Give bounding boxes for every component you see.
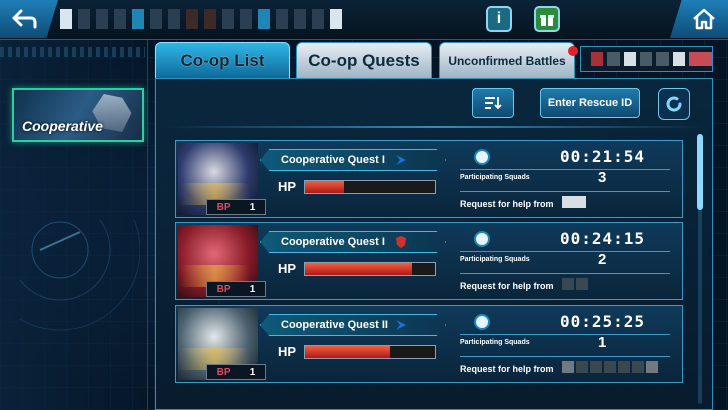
home-icon <box>693 8 715 30</box>
top-bar: i <box>0 0 728 40</box>
tab-co-op-quests[interactable]: Co-op Quests <box>296 42 432 78</box>
help-request-label: Request for help from <box>460 364 554 374</box>
info-button[interactable]: i <box>486 6 512 32</box>
cooperative-card[interactable]: Cooperative <box>12 88 144 142</box>
bp-label: BP <box>216 366 231 378</box>
time-remaining: 00:24:15 <box>560 229 646 248</box>
home-button[interactable] <box>670 0 728 38</box>
squads-label: Participating Squads <box>460 339 530 346</box>
notification-dot <box>568 46 578 56</box>
quest-name-text: Cooperative Quest II <box>281 319 388 331</box>
help-requester-redacted <box>562 361 658 373</box>
faction-icon <box>396 320 406 330</box>
gift-icon <box>540 15 554 26</box>
panel-divider <box>165 126 705 128</box>
scrollbar-thumb[interactable] <box>697 134 703 210</box>
sort-icon <box>485 97 502 110</box>
refresh-button[interactable] <box>658 88 690 120</box>
bp-label: BP <box>216 283 231 295</box>
tab-unconfirmed-battles-label: Unconfirmed Battles <box>448 53 566 68</box>
clock-icon <box>474 314 490 330</box>
help-requester-redacted <box>562 278 588 290</box>
tab-co-op-list[interactable]: Co-op List <box>155 42 290 78</box>
back-arrow-icon <box>12 9 37 29</box>
help-request-label: Request for help from <box>460 281 554 291</box>
bp-tag: BP 1 <box>206 199 266 215</box>
tab-co-op-quests-label: Co-op Quests <box>308 50 420 70</box>
bp-tag: BP 1 <box>206 281 266 297</box>
row-separator <box>460 191 670 192</box>
time-remaining: 00:25:25 <box>560 312 646 331</box>
hp-fill <box>305 346 390 358</box>
hp-label: HP <box>278 344 297 359</box>
player-info-redacted <box>60 9 342 29</box>
row-separator <box>460 169 670 170</box>
help-requester-redacted <box>562 196 586 208</box>
sort-button[interactable] <box>472 88 514 118</box>
cooperative-card-label: Cooperative <box>22 118 103 134</box>
quest-name: Cooperative Quest II <box>260 314 446 336</box>
quest-name-text: Cooperative Quest I <box>281 154 385 166</box>
squads-label: Participating Squads <box>460 174 530 181</box>
bp-tag: BP 1 <box>206 364 266 380</box>
info-icon: i <box>496 10 502 27</box>
quest-name: Cooperative Quest I <box>260 231 446 253</box>
quest-name: Cooperative Quest I <box>260 149 446 171</box>
hp-label: HP <box>278 261 297 276</box>
bp-label: BP <box>216 201 231 213</box>
refresh-icon <box>666 96 682 112</box>
row-separator <box>460 251 670 252</box>
hp-bar <box>304 180 436 194</box>
quest-row[interactable]: BP 1 Cooperative Quest II HP 00:25:25 Pa… <box>175 305 683 383</box>
tab-unconfirmed-battles[interactable]: Unconfirmed Battles <box>439 42 575 78</box>
hp-label: HP <box>278 179 297 194</box>
quest-row[interactable]: BP 1 Cooperative Quest I HP 00:21:54 Par… <box>175 140 683 218</box>
time-remaining: 00:21:54 <box>560 147 646 166</box>
quest-name-text: Cooperative Quest I <box>281 236 385 248</box>
help-request-label: Request for help from <box>460 199 554 209</box>
back-button[interactable] <box>0 0 58 38</box>
faction-icon <box>396 236 406 248</box>
squads-count: 1 <box>598 334 607 351</box>
bp-value: 1 <box>249 366 256 378</box>
radar-decoration <box>20 220 140 331</box>
squads-label: Participating Squads <box>460 256 530 263</box>
clock-icon <box>474 149 490 165</box>
row-separator <box>460 334 670 335</box>
row-separator <box>460 273 670 274</box>
left-decor-strip <box>0 47 145 57</box>
hp-bar <box>304 262 436 276</box>
enter-rescue-id-label: Enter Rescue ID <box>547 97 633 109</box>
squads-count: 2 <box>598 251 607 268</box>
clock-icon <box>474 231 490 247</box>
hp-bar <box>304 345 436 359</box>
player-name-redacted <box>580 46 713 72</box>
bp-value: 1 <box>249 201 256 213</box>
bp-value: 1 <box>249 283 256 295</box>
row-separator <box>460 356 670 357</box>
hp-fill <box>305 181 344 193</box>
tab-co-op-list-label: Co-op List <box>180 50 265 70</box>
quest-row[interactable]: BP 1 Cooperative Quest I HP 00:24:15 Par… <box>175 222 683 300</box>
squads-count: 3 <box>598 169 607 186</box>
hp-fill <box>305 263 412 275</box>
enter-rescue-id-button[interactable]: Enter Rescue ID <box>540 88 640 118</box>
faction-icon <box>396 155 406 165</box>
gift-button[interactable] <box>534 6 560 32</box>
